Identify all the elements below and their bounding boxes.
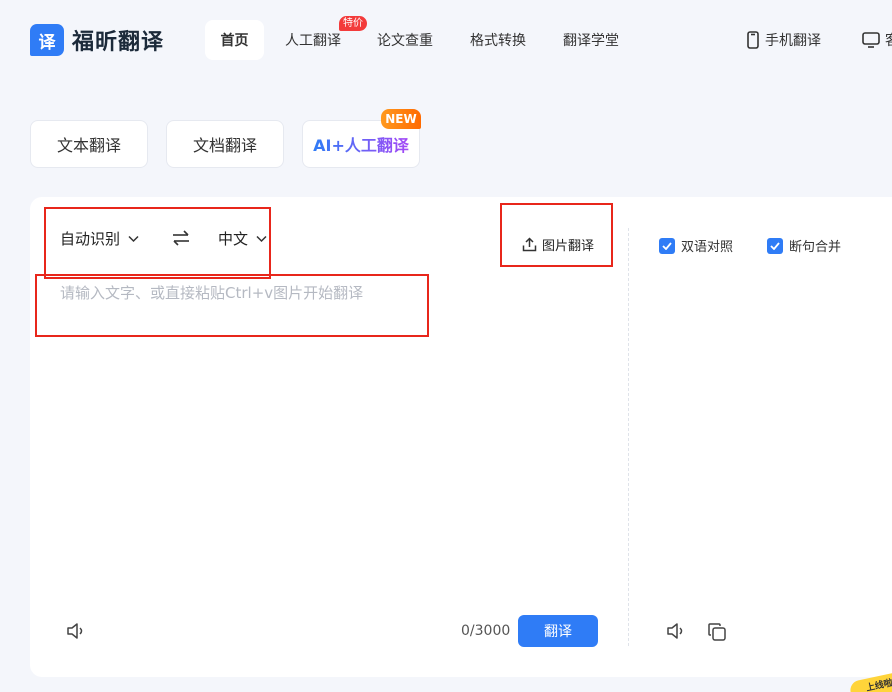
mobile-translation-link[interactable]: 手机翻译 [746, 30, 821, 50]
speaker-icon[interactable] [666, 622, 686, 640]
sentence-merge-option[interactable]: 断句合并 [767, 236, 841, 255]
checkmark-icon [770, 241, 780, 250]
client-link[interactable]: 客 [862, 30, 892, 50]
sentence-merge-label: 断句合并 [789, 240, 842, 255]
nav-item-label: 翻译学堂 [563, 33, 619, 49]
tab-label: 文本翻译 [56, 136, 121, 155]
checkmark-icon [662, 241, 672, 250]
highlight-box-language [44, 207, 271, 279]
tab-document-translation[interactable]: 文档翻译 [166, 120, 284, 168]
translate-button[interactable]: 翻译 [518, 615, 598, 647]
phone-icon [747, 31, 759, 49]
tab-text-translation[interactable]: 文本翻译 [30, 120, 148, 168]
nav-item-home[interactable]: 首页 [205, 20, 264, 60]
bilingual-checkbox[interactable] [659, 237, 675, 254]
sale-badge: 特价 [339, 16, 367, 31]
nav-item-plagiarism-check[interactable]: 论文查重 [377, 20, 433, 60]
nav-item-translation-academy[interactable]: 翻译学堂 [563, 20, 619, 60]
brand-name: 福昕翻译 [72, 30, 165, 55]
nav-item-label: 首页 [220, 33, 249, 49]
new-badge: NEW [381, 109, 421, 129]
bilingual-label: 双语对照 [681, 240, 734, 255]
tab-label: 文档翻译 [192, 136, 257, 155]
logo-icon: 译 [30, 24, 64, 56]
character-count: 0/3000 [461, 623, 511, 639]
speaker-icon[interactable] [66, 622, 86, 640]
highlight-box-input [35, 274, 429, 337]
nav-right-label: 手机翻译 [765, 33, 821, 49]
nav-right-label: 客 [885, 30, 892, 50]
sentence-merge-checkbox[interactable] [767, 237, 783, 254]
nav-item-human-translation[interactable]: 人工翻译 [285, 20, 341, 60]
nav-item-label: 论文查重 [377, 33, 433, 49]
copy-icon[interactable] [707, 622, 727, 642]
tab-label: AI+人工翻译 [313, 132, 409, 156]
nav-item-label: 格式转换 [470, 33, 526, 49]
bilingual-option[interactable]: 双语对照 [659, 236, 733, 255]
panel-divider [628, 228, 629, 646]
logo[interactable]: 译 福昕翻译 [30, 24, 164, 56]
highlight-box-image-translation [500, 203, 613, 267]
monitor-icon [862, 32, 880, 48]
nav-item-format-conversion[interactable]: 格式转换 [470, 20, 526, 60]
nav-item-label: 人工翻译 [285, 33, 341, 49]
